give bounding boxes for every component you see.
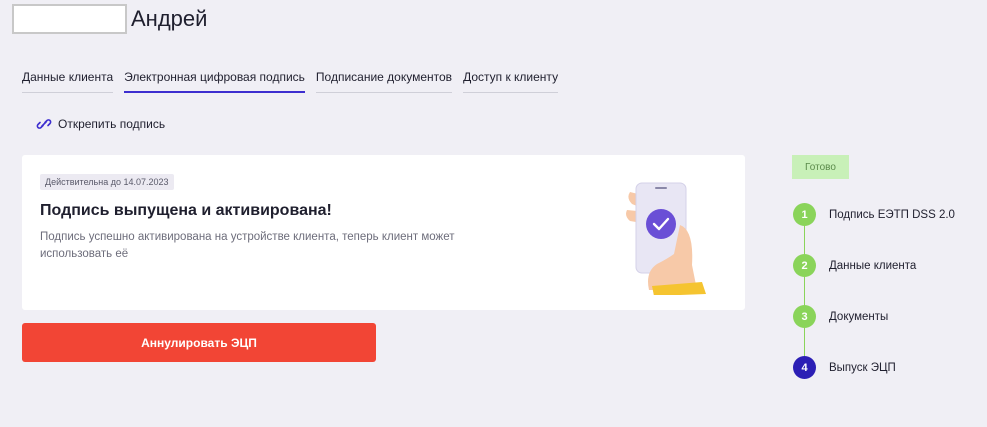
step-4: 4 Выпуск ЭЦП xyxy=(793,356,896,379)
status-badge: Готово xyxy=(792,155,849,179)
step-number: 1 xyxy=(793,203,816,226)
tab-digital-signature[interactable]: Электронная цифровая подпись xyxy=(124,70,305,93)
signature-status-card: Действительна до 14.07.2023 Подпись выпу… xyxy=(22,155,745,310)
card-title: Подпись выпущена и активирована! xyxy=(40,202,332,219)
step-1: 1 Подпись ЕЭТП DSS 2.0 xyxy=(793,203,955,226)
step-label: Подпись ЕЭТП DSS 2.0 xyxy=(829,208,955,221)
validity-badge: Действительна до 14.07.2023 xyxy=(40,174,174,190)
tab-client-access[interactable]: Доступ к клиенту xyxy=(463,70,559,93)
phone-check-illustration-icon xyxy=(626,182,706,295)
tab-client-data[interactable]: Данные клиента xyxy=(22,70,114,93)
step-label: Данные клиента xyxy=(829,259,917,272)
step-number: 4 xyxy=(793,356,816,379)
step-3: 3 Документы xyxy=(793,305,888,328)
client-name: Андрей xyxy=(131,6,208,31)
card-description: Подпись успешно активирована на устройст… xyxy=(40,231,455,260)
link-icon xyxy=(36,119,52,129)
step-label: Документы xyxy=(829,310,889,323)
annul-signature-button[interactable]: Аннулировать ЭЦП xyxy=(22,323,376,362)
unpin-signature-label: Открепить подпись xyxy=(58,117,166,131)
steps-connector xyxy=(804,215,805,367)
step-number: 2 xyxy=(793,254,816,277)
step-label: Выпуск ЭЦП xyxy=(829,361,896,374)
tab-bar: Данные клиента Электронная цифровая подп… xyxy=(22,70,569,93)
tab-document-signing[interactable]: Подписание документов xyxy=(315,70,453,93)
step-2: 2 Данные клиента xyxy=(793,254,916,277)
client-header: Андрей xyxy=(12,4,207,34)
unpin-signature-link[interactable]: Открепить подпись xyxy=(36,116,165,132)
step-number: 3 xyxy=(793,305,816,328)
redacted-surname xyxy=(12,4,127,34)
